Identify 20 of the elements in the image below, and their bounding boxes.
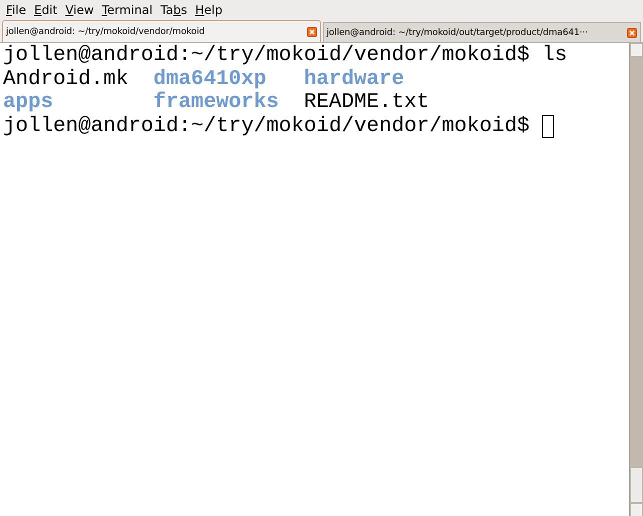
menu-item[interactable]: Edit [30, 3, 62, 17]
directory-name: frameworks [153, 91, 279, 114]
directory-name: hardware [304, 68, 404, 90]
directory-name: dma6410xp [153, 68, 266, 90]
menu-item[interactable]: File [2, 3, 30, 17]
close-icon[interactable] [627, 28, 637, 38]
directory-name: apps [3, 91, 54, 114]
close-icon[interactable] [306, 26, 316, 36]
menu-item[interactable]: Terminal [98, 3, 157, 17]
menu-item[interactable]: Help [191, 3, 227, 17]
prompt-text: jollen@android:~/try/mokoid/vendor/mokoid$ [3, 114, 530, 138]
scrollbar[interactable] [629, 43, 643, 516]
file-name: README.txt [304, 91, 430, 114]
file-name: Android.mk [3, 68, 128, 90]
menu-item[interactable]: Tabs [156, 3, 192, 17]
prompt-text: jollen@android:~/try/mokoid/vendor/mokoid$ [3, 44, 530, 68]
menu-item[interactable]: View [61, 3, 98, 17]
command-text: ls [541, 44, 568, 68]
tab[interactable]: jollen@android: ~/try/mokoid/vendor/mokoid [2, 20, 320, 42]
tab[interactable]: jollen@android: ~/try/mokoid/out/target/product/dma641··· [322, 22, 641, 42]
